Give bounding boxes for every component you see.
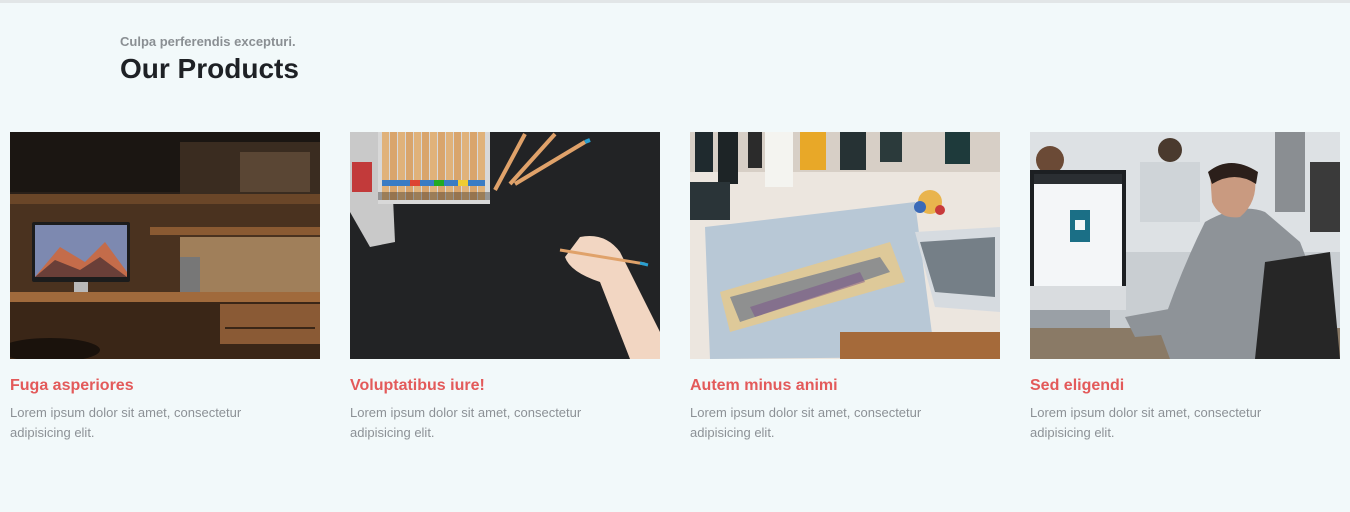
product-image-workspace[interactable]: [10, 132, 320, 359]
product-title[interactable]: Voluptatibus iure!: [350, 376, 660, 396]
section-subtitle: Culpa perferendis excepturi.: [120, 34, 296, 49]
product-image-pencils[interactable]: [350, 132, 660, 359]
product-card: Fuga asperiores Lorem ipsum dolor sit am…: [10, 132, 320, 443]
product-description: Lorem ipsum dolor sit amet, consectetur …: [1030, 405, 1262, 440]
product-image-office[interactable]: [1030, 132, 1340, 359]
product-description: Lorem ipsum dolor sit amet, consectetur …: [350, 405, 582, 440]
product-description: Lorem ipsum dolor sit amet, consectetur …: [690, 405, 922, 440]
product-title[interactable]: Fuga asperiores: [10, 376, 320, 396]
products-grid: Fuga asperiores Lorem ipsum dolor sit am…: [10, 132, 1340, 443]
section-header: Culpa perferendis excepturi. Our Product…: [120, 34, 299, 86]
product-title[interactable]: Sed eligendi: [1030, 376, 1340, 396]
product-card: Sed eligendi Lorem ipsum dolor sit amet,…: [1030, 132, 1340, 443]
product-card: Voluptatibus iure! Lorem ipsum dolor sit…: [350, 132, 660, 443]
top-divider: [0, 0, 1350, 3]
product-title[interactable]: Autem minus animi: [690, 376, 1000, 396]
product-description: Lorem ipsum dolor sit amet, consectetur …: [10, 405, 242, 440]
product-card: Autem minus animi Lorem ipsum dolor sit …: [690, 132, 1000, 443]
product-image-paints[interactable]: [690, 132, 1000, 359]
section-title: Our Products: [120, 53, 299, 84]
